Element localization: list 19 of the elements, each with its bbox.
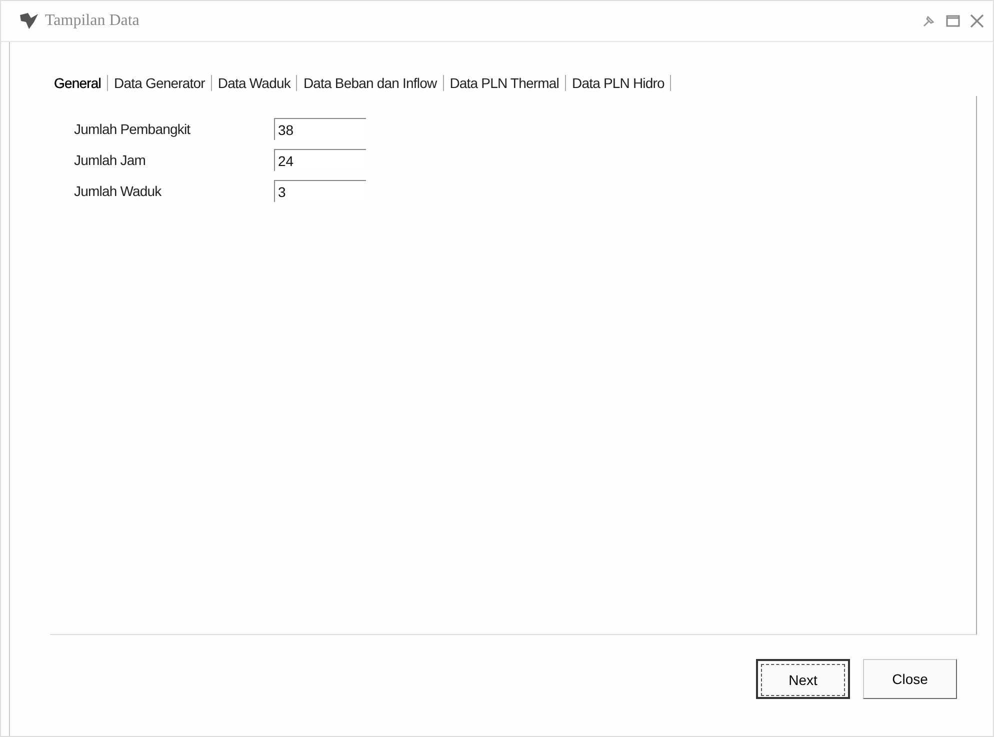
tab[interactable]: Data Generator (108, 75, 212, 91)
field-label: Jumlah Waduk (74, 183, 162, 199)
tab[interactable]: Data PLN Thermal (444, 75, 566, 91)
window-title: Tampilan Data (45, 12, 140, 30)
pin-icon[interactable] (921, 13, 937, 29)
close-icon[interactable] (969, 13, 985, 29)
tab[interactable]: Data Waduk (212, 75, 298, 91)
field-label: Jumlah Jam (74, 152, 146, 168)
tab[interactable]: Data PLN Hidro (566, 75, 672, 91)
tab[interactable]: Data Beban dan Inflow (297, 75, 444, 91)
input-field[interactable]: 38 (274, 118, 366, 140)
input-field[interactable]: 24 (274, 149, 366, 171)
tab[interactable]: General (50, 75, 108, 91)
field-label: Jumlah Pembangkit (74, 121, 192, 137)
next-button[interactable]: Next (756, 659, 850, 699)
app-icon (19, 12, 39, 30)
input-field[interactable]: 3 (274, 180, 366, 202)
maximize-icon[interactable] (945, 13, 961, 29)
close-button[interactable]: Close (863, 659, 957, 699)
